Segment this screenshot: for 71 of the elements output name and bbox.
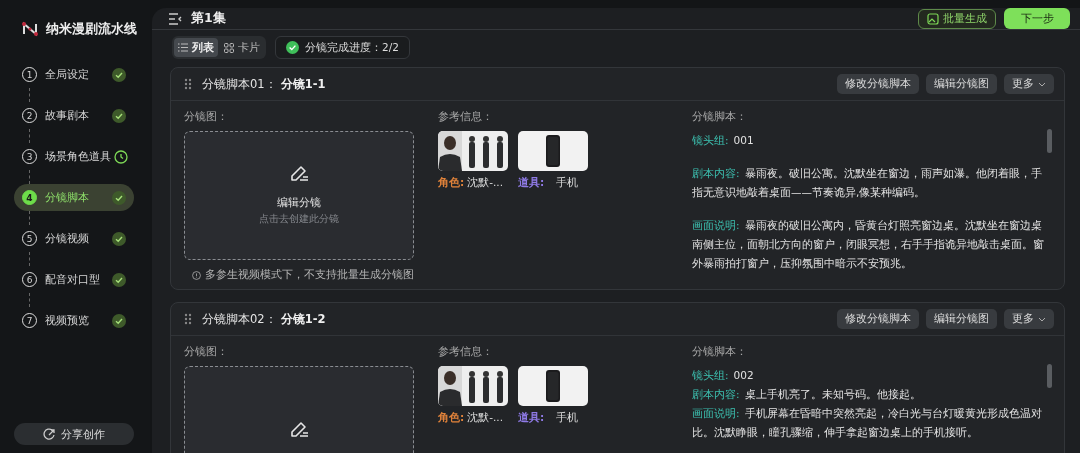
shot-name: 分镜1-2 (280, 311, 326, 327)
action-button[interactable]: 修改分镜脚本 (837, 74, 919, 94)
ref-type: 道具: (518, 176, 545, 190)
caret-icon (1038, 316, 1046, 322)
app-title: 纳米漫剧流水线 (46, 20, 137, 38)
episode-title: 第1集 (191, 10, 226, 27)
check-icon (112, 313, 126, 328)
batch-generate-button[interactable]: 批量生成 (918, 8, 996, 29)
check-icon (286, 41, 299, 54)
more-button[interactable]: 更多 (1004, 74, 1054, 94)
card-title: 分镜脚本01： (202, 76, 277, 92)
check-icon (112, 67, 126, 82)
ref-type: 角色: (438, 411, 465, 425)
view-tab[interactable]: 列表 (174, 38, 218, 57)
check-icon (112, 108, 126, 123)
section-label: 参考信息： (438, 345, 494, 359)
step-item[interactable]: 1 全局设定 (14, 61, 134, 88)
drag-handle-icon (184, 78, 192, 90)
section-label: 参考信息： (438, 110, 494, 124)
clock-icon (114, 149, 128, 164)
section-label: 分镜脚本： (692, 345, 748, 359)
share-button[interactable]: 分享创作 (14, 423, 134, 445)
ref-name: 手机 (556, 176, 579, 190)
step-item[interactable]: 7 视频预览 (14, 307, 134, 334)
next-step-button[interactable]: 下一步 (1004, 8, 1070, 29)
check-icon (112, 272, 126, 287)
storyboard-placeholder[interactable]: 编辑分镜 点击去创建此分镜 (184, 131, 414, 260)
script-paragraph: 剧本内容: 桌上手机亮了。未知号码。他接起。 (692, 387, 922, 402)
ref-type: 角色: (438, 176, 465, 190)
action-button[interactable]: 修改分镜脚本 (837, 309, 919, 329)
section-label: 分镜脚本： (692, 110, 748, 124)
scrollbar[interactable] (1047, 129, 1052, 153)
script-paragraph: 画面说明: 暴雨夜的破旧公寓内，昏黄台灯照亮窗边桌。沈默坐在窗边桌南侧主位，面朝北方向的窗户，闭眼冥想，右手手指诡异地敲击桌面。窗外暴雨拍打窗户，压抑氛围中暗示不安预兆。 (692, 218, 1045, 271)
grid-icon (224, 42, 234, 53)
check-icon (112, 231, 126, 246)
storyboard-hint: 点击去创建此分镜 (259, 213, 339, 226)
step-item[interactable]: 3 场景角色道具 (14, 143, 134, 170)
step-item[interactable]: 6 配音对口型 (14, 266, 134, 293)
drag-handle-icon (184, 313, 192, 325)
storyboard-title: 编辑分镜 (277, 195, 321, 210)
scrollbar[interactable] (1047, 364, 1052, 388)
progress-text: 分镜完成进度：2/2 (305, 40, 399, 55)
script-paragraph: 镜头组: 002 (692, 368, 755, 383)
ref-name: 沈默-... (467, 411, 503, 425)
check-icon (112, 190, 126, 205)
more-button[interactable]: 更多 (1004, 309, 1054, 329)
ref-name: 沈默-... (467, 176, 503, 190)
step-item[interactable]: 5 分镜视频 (14, 225, 134, 252)
script-paragraph: 画面说明: 手机屏幕在昏暗中突然亮起，冷白光与台灯暖黄光形成色温对比。沈默睁眼，瞳孔骤缩，伸手拿起窗边桌上的手机接听。 (692, 406, 1043, 440)
shot-name: 分镜1-1 (280, 76, 326, 92)
list-icon (178, 43, 188, 52)
section-label: 分镜图： (184, 110, 229, 124)
ref-name: 手机 (556, 411, 579, 425)
script-paragraph: 镜头组: 001 (692, 133, 755, 148)
share-icon (43, 428, 55, 440)
info-icon (192, 269, 201, 281)
logo-icon (21, 21, 39, 37)
menu-icon (168, 12, 182, 25)
step-item[interactable]: 2 故事剧本 (14, 102, 134, 129)
step-number: 4 (22, 190, 37, 205)
action-button[interactable]: 编辑分镜图 (926, 309, 997, 329)
caret-icon (1038, 81, 1046, 87)
card-title: 分镜脚本02： (202, 311, 277, 327)
section-label: 分镜图： (184, 345, 229, 359)
image-icon (927, 12, 939, 25)
view-tab[interactable]: 卡片 (220, 38, 264, 57)
script-paragraph: 剧本内容: 暴雨夜。破旧公寓。沈默坐在窗边，雨声如瀑。他闭着眼，手指无意识地敲着桌面——节奏诡异,像某种编码。 (692, 166, 1043, 200)
info-note: 多参生视频模式下，不支持批量生成分镜图 (205, 268, 414, 282)
ref-type: 道具: (518, 411, 545, 425)
action-button[interactable]: 编辑分镜图 (926, 74, 997, 94)
step-item[interactable]: 4 分镜脚本 (14, 184, 134, 211)
